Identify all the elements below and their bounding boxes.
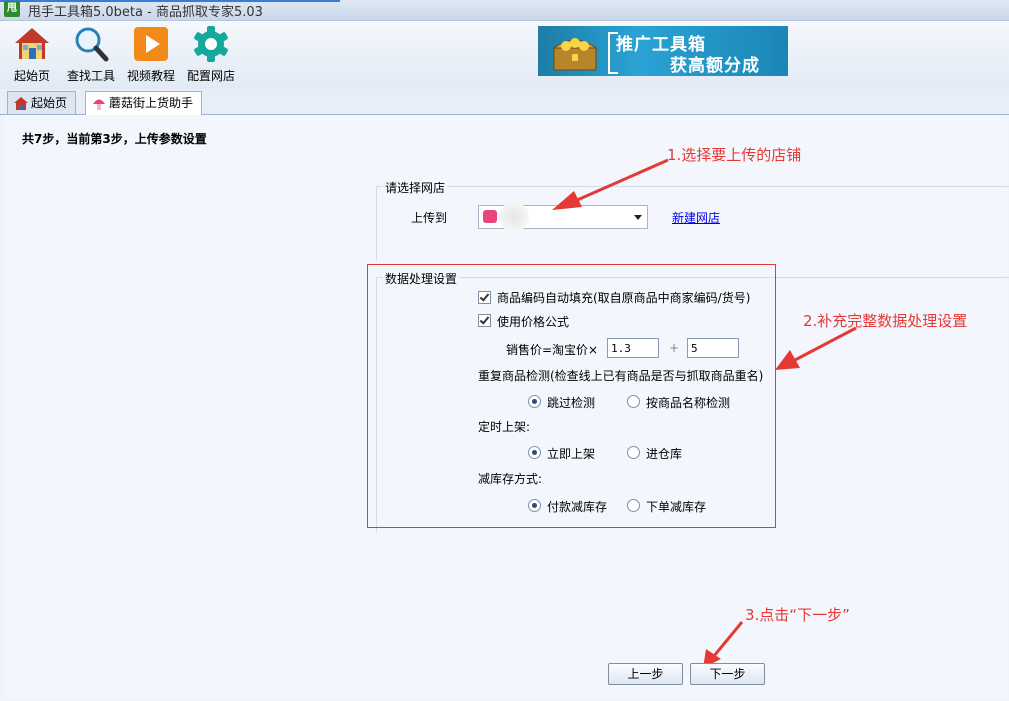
prev-step-button[interactable]: 上一步 [608, 663, 683, 685]
next-step-button[interactable]: 下一步 [690, 663, 765, 685]
arrow-2 [775, 326, 857, 370]
arrow-3 [703, 621, 744, 668]
arrow-1 [552, 158, 669, 210]
annotation-arrows [552, 158, 857, 668]
